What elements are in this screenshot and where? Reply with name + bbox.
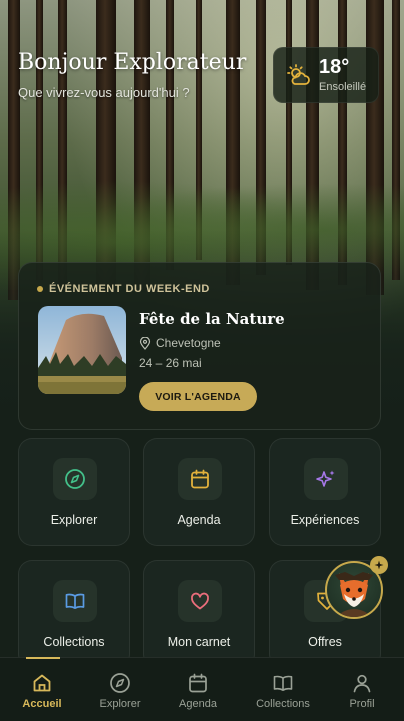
partly-sunny-icon	[287, 64, 310, 85]
event-location: Chevetogne	[139, 336, 221, 350]
heart-icon	[191, 592, 209, 610]
tile-label: Explorer	[50, 513, 98, 527]
tile-experiences[interactable]: Expériences	[269, 438, 381, 546]
event-title: Fête de la Nature	[139, 310, 285, 328]
event-dot	[37, 286, 43, 292]
nav-item-agenda[interactable]: Agenda	[158, 658, 238, 721]
tile-label: Expériences	[290, 513, 360, 527]
event-location-label: Chevetogne	[156, 336, 221, 350]
nav-label: Accueil	[22, 698, 62, 710]
bottom-navigation: Accueil Explorer Agenda Collections Prof…	[0, 657, 404, 721]
nav-item-profil[interactable]: Profil	[322, 658, 402, 721]
greeting-subtitle: Que vivrez-vous aujourd'hui ?	[18, 85, 190, 100]
location-pin-icon	[139, 336, 151, 350]
tile-explorer[interactable]: Explorer	[18, 438, 130, 546]
compass-icon	[110, 673, 130, 693]
tile-collections[interactable]: Collections	[18, 560, 130, 668]
event-thumbnail	[38, 306, 126, 394]
weather-widget[interactable]: 18° Ensoleillé	[273, 47, 379, 103]
calendar-icon	[189, 673, 207, 693]
event-tag: ÉVÉNEMENT DU WEEK-END	[37, 283, 210, 295]
tile-agenda[interactable]: Agenda	[143, 438, 255, 546]
greeting-title: Bonjour Explorateur	[18, 50, 247, 75]
home-icon	[33, 674, 51, 692]
event-tag-label: ÉVÉNEMENT DU WEEK-END	[49, 283, 210, 295]
nav-label: Profil	[349, 698, 375, 710]
weather-temperature: 18°	[319, 56, 350, 78]
nav-label: Explorer	[99, 698, 141, 710]
open-book-icon	[273, 675, 293, 691]
event-dates: 24 – 26 mai	[139, 356, 202, 370]
tile-mon-carnet[interactable]: Mon carnet	[143, 560, 255, 668]
nav-item-accueil[interactable]: Accueil	[2, 657, 82, 721]
tile-label: Offres	[308, 635, 342, 649]
weekend-event-card[interactable]: ÉVÉNEMENT DU WEEK-END Fête de la Nature	[18, 262, 381, 430]
sparkles-icon	[316, 470, 335, 487]
sparkle-badge-icon	[370, 556, 388, 574]
nav-label: Collections	[256, 698, 310, 710]
tile-label: Collections	[43, 635, 105, 649]
view-agenda-button[interactable]: VOIR L'AGENDA	[139, 382, 257, 411]
weather-condition: Ensoleillé	[319, 81, 367, 93]
user-icon	[353, 674, 371, 693]
tile-label: Mon carnet	[167, 635, 231, 649]
nav-item-collections[interactable]: Collections	[243, 658, 323, 721]
nav-label: Agenda	[179, 698, 217, 710]
nav-item-explorer[interactable]: Explorer	[80, 658, 160, 721]
open-book-icon	[65, 593, 85, 610]
compass-icon	[65, 469, 85, 489]
calendar-icon	[191, 469, 209, 489]
tile-label: Agenda	[177, 513, 221, 527]
active-indicator	[26, 657, 60, 659]
